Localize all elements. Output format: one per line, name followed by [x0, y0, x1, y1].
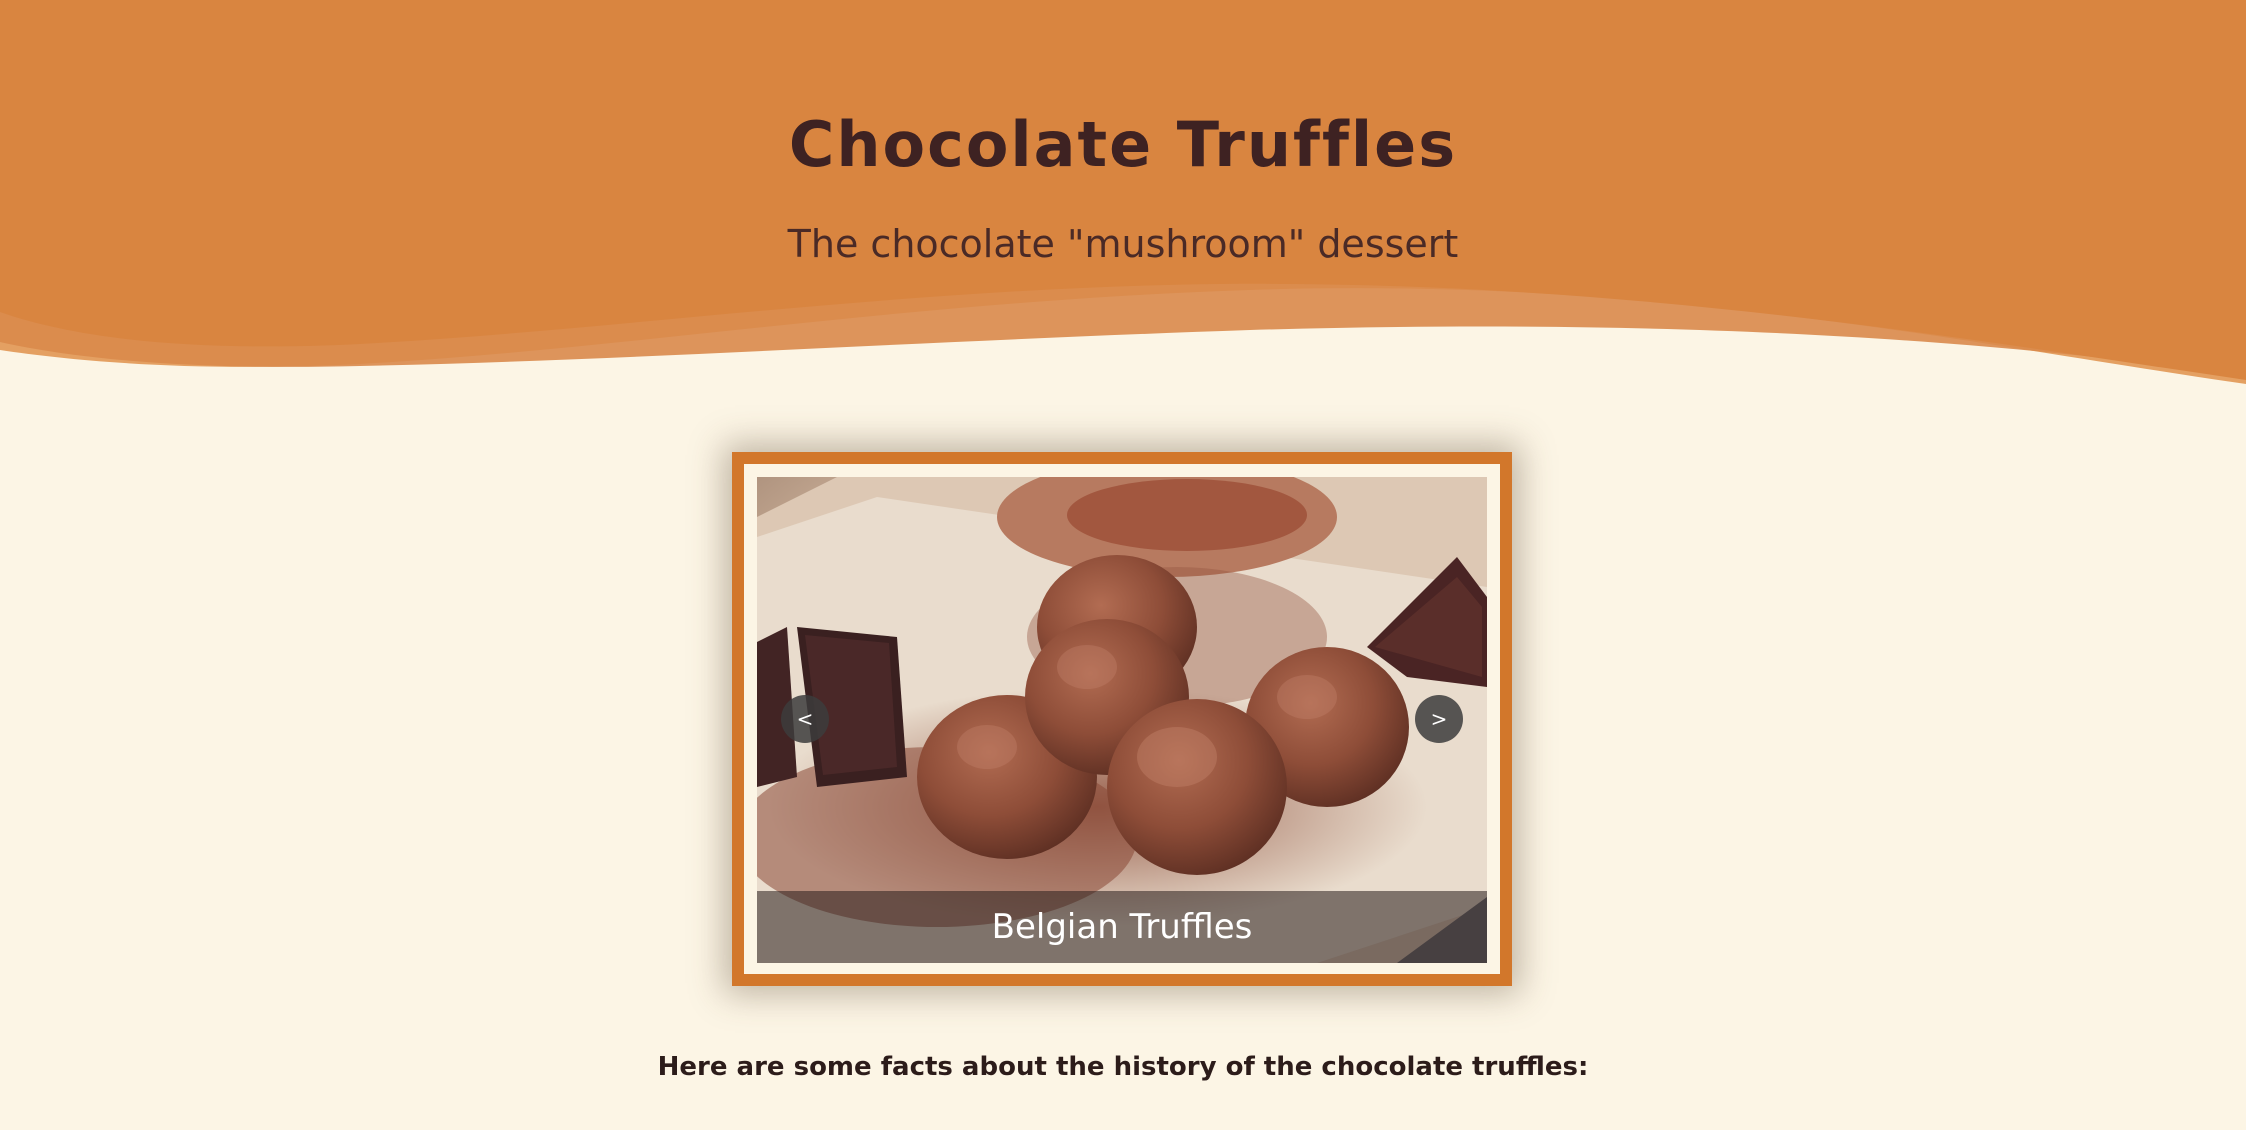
- slide-prev-button[interactable]: <: [781, 695, 829, 743]
- slideshow-matte: < > Belgian Truffles: [744, 464, 1500, 974]
- slide: < > Belgian Truffles: [757, 477, 1487, 963]
- facts-intro-text: Here are some facts about the history of…: [657, 1052, 1589, 1082]
- page: Chocolate Truffles The chocolate "mushro…: [0, 0, 2246, 1130]
- page-title: Chocolate Truffles: [788, 108, 1458, 181]
- slide-next-button[interactable]: >: [1415, 695, 1463, 743]
- slide-caption: Belgian Truffles: [757, 891, 1487, 963]
- page-subtitle: The chocolate "mushroom" dessert: [787, 222, 1459, 266]
- hero-header: Chocolate Truffles The chocolate "mushro…: [0, 0, 2246, 400]
- hero-wave-background: [0, 0, 2246, 384]
- slideshow: < > Belgian Truffles: [732, 452, 1512, 986]
